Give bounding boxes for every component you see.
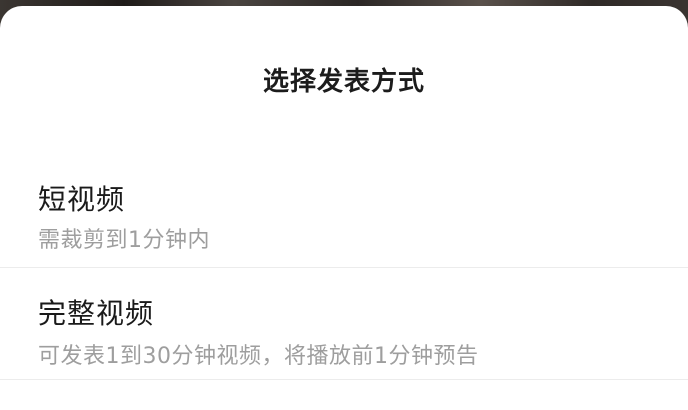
option-full-video[interactable]: 完整视频 可发表1到30分钟视频，将播放前1分钟预告 [0, 272, 688, 382]
option-title: 完整视频 [38, 297, 155, 330]
option-subtitle: 需裁剪到1分钟内 [38, 228, 210, 253]
divider [0, 379, 688, 380]
option-title: 短视频 [38, 183, 126, 216]
divider [0, 267, 688, 268]
option-subtitle: 可发表1到30分钟视频，将播放前1分钟预告 [38, 344, 479, 369]
option-short-video[interactable]: 短视频 需裁剪到1分钟内 [0, 166, 688, 266]
publish-method-sheet: 选择发表方式 短视频 需裁剪到1分钟内 完整视频 可发表1到30分钟视频，将播放… [0, 6, 688, 410]
sheet-title: 选择发表方式 [262, 67, 425, 97]
